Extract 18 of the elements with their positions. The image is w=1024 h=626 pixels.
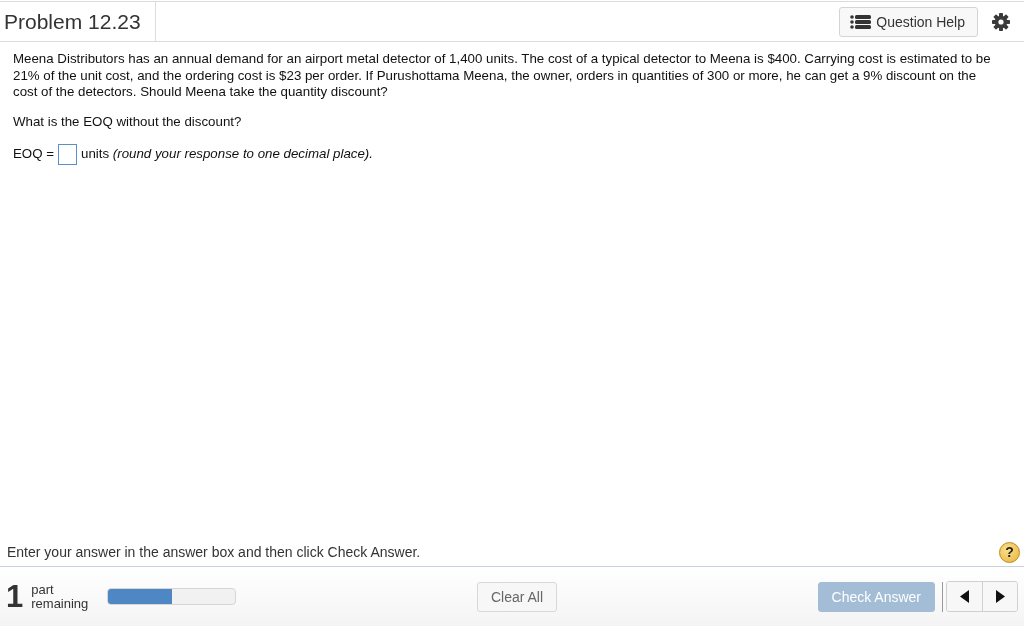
settings-icon[interactable] <box>992 12 1010 31</box>
question-prompt: What is the EOQ without the discount? <box>13 113 243 130</box>
answer-instructions: units (round your response to one decimal place). <box>81 146 373 163</box>
question-help-button[interactable]: Question Help <box>839 6 978 37</box>
help-button[interactable]: ? <box>999 541 1020 563</box>
instruction-text: Enter your answer in the answer box and then click Check Answer. <box>7 544 421 560</box>
right-triangle-icon <box>995 590 1005 603</box>
answer-box[interactable] <box>58 144 77 165</box>
parts-count: 1 <box>6 581 24 612</box>
left-triangle-icon <box>960 590 969 603</box>
previous-button[interactable] <box>947 582 982 611</box>
clear-all-button[interactable]: Clear All <box>476 581 558 612</box>
parts-label: part remaining <box>31 582 90 611</box>
answer-label: EOQ = <box>13 146 54 163</box>
problem-title: Problem 12.23 <box>4 9 141 34</box>
list-icon <box>850 14 872 29</box>
question-text: Meena Distributors has an annual demand for an airport metal detector of 1,400 units. The cost of a typical detector to Meena is $400. Carrying cost is estimated to be 21% of the unit cost, and the ordering cost is $23 per order. If Purushottama Meena, the owner, orders in quantities of 300 or more, he can get a 9% discount on the cost of the detectors. Should Meena take the quantity discount? <box>13 51 992 101</box>
next-button[interactable] <box>982 582 1017 611</box>
